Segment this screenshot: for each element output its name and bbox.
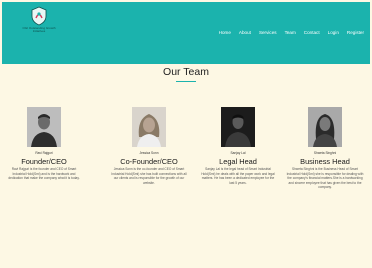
nav-team-link[interactable]: Team [285, 30, 296, 35]
team-photo [132, 107, 166, 147]
title-underline [176, 81, 196, 82]
team-photo [27, 107, 61, 147]
member-role: Co-Founder/CEO [120, 157, 178, 166]
nav-home-link[interactable]: Home [219, 30, 231, 35]
team-card-founder: Ravi Rajguri Founder/CEO Ravi Rajguri is… [5, 107, 83, 181]
team-photo [308, 107, 342, 147]
shield-logo-icon [31, 6, 47, 26]
nav-contact-link[interactable]: Contact [304, 30, 320, 35]
page-title: Our Team [163, 66, 209, 78]
member-name: Sanjay Lal [230, 151, 246, 155]
nav-services-link[interactable]: Services [259, 30, 277, 35]
team-card-legal: Sanjay Lal Legal Head Sanjay Lal is the … [199, 107, 277, 185]
member-name: Ravi Rajguri [35, 151, 53, 155]
team-card-cofounder: Jessica Sonn Co-Founder/CEO Jessica Sonn… [110, 107, 188, 185]
nav-login-link[interactable]: Login [328, 30, 339, 35]
team-photo [221, 107, 255, 147]
member-bio: Ravi Rajguri is the founder and CEO of S… [8, 167, 80, 181]
site-logo[interactable]: OGI Outstanding Growth Initiatives [18, 6, 60, 60]
member-name: Shweta Singhni [313, 151, 337, 155]
nav-register-link[interactable]: Register [347, 30, 364, 35]
navbar: OGI Outstanding Growth Initiatives Home … [2, 2, 370, 64]
nav-menu: Home About Services Team Contact Login R… [219, 30, 364, 35]
nav-about-link[interactable]: About [239, 30, 251, 35]
member-role: Founder/CEO [21, 157, 67, 166]
member-name: Jessica Sonn [139, 151, 159, 155]
team-card-business: Shweta Singhni Business Head Shweta Sing… [286, 107, 364, 190]
member-role: Legal Head [219, 157, 257, 166]
member-bio: Jessica Sonn is the co-founder and CEO o… [111, 167, 187, 185]
logo-text: OGI Outstanding Growth Initiatives [22, 26, 56, 34]
member-bio: Sanjay Lal is the legal head of Smart In… [201, 167, 275, 185]
member-role: Business Head [300, 157, 350, 166]
member-bio: Shweta Singhni is the Business Head of S… [286, 167, 364, 190]
